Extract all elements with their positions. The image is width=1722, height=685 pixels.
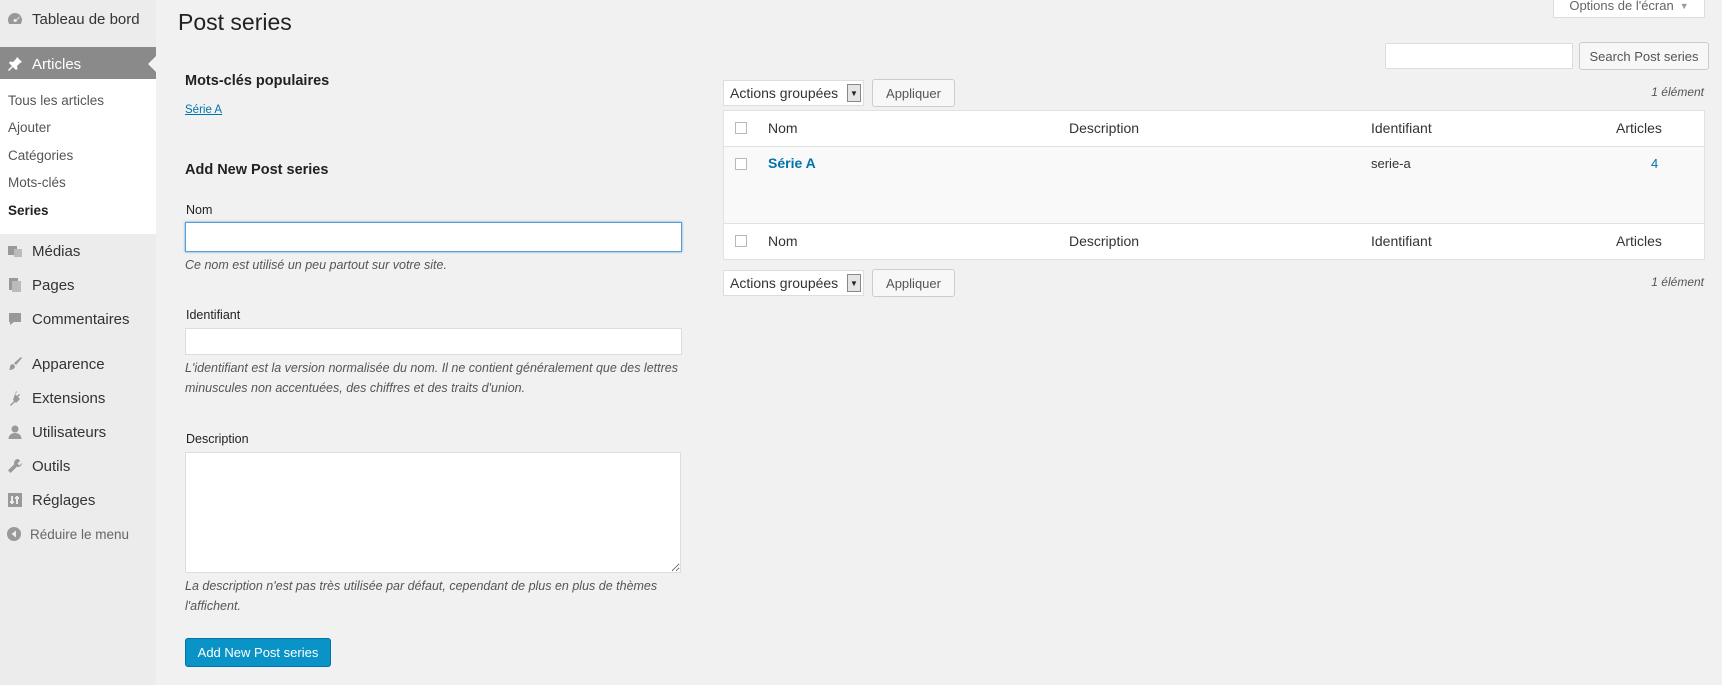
pages-icon <box>6 276 24 294</box>
menu-dashboard[interactable]: Tableau de bord <box>0 2 156 36</box>
popular-tag-link[interactable]: Série A <box>185 104 222 116</box>
wrench-icon <box>6 457 24 475</box>
item-count-bottom: 1 élément <box>1651 275 1704 289</box>
row-checkbox[interactable] <box>735 158 747 170</box>
column-footer-posts[interactable]: Articles <box>1616 233 1662 249</box>
name-field[interactable] <box>185 222 682 252</box>
apply-button-top[interactable]: Appliquer <box>872 79 955 107</box>
pin-icon <box>6 55 24 73</box>
column-footer-name[interactable]: Nom <box>768 233 798 249</box>
description-help-line-2: l'affichent. <box>185 599 241 613</box>
screen-options-button[interactable]: Options de l'écran ▼ <box>1553 0 1705 18</box>
slug-help: L'identifiant est la version normalisée … <box>185 358 705 398</box>
search-button[interactable]: Search Post series <box>1579 42 1709 70</box>
column-header-name[interactable]: Nom <box>768 120 798 136</box>
name-label: Nom <box>186 203 213 217</box>
apply-button-bottom[interactable]: Appliquer <box>872 269 955 297</box>
term-post-count-link[interactable]: 4 <box>1651 156 1658 171</box>
articles-submenu: Tous les articles Ajouter Catégories Mot… <box>0 79 156 234</box>
submenu-categories[interactable]: Catégories <box>8 148 73 163</box>
column-header-slug[interactable]: Identifiant <box>1371 120 1432 136</box>
add-form-title: Add New Post series <box>185 162 329 178</box>
menu-extensions-label: Extensions <box>32 389 106 407</box>
table-header: Nom Description Identifiant Articles <box>724 111 1704 147</box>
menu-settings-label: Réglages <box>32 491 96 509</box>
submenu-tags[interactable]: Mots-clés <box>8 175 66 190</box>
slug-field[interactable] <box>185 328 682 355</box>
menu-articles-label: Articles <box>32 55 82 73</box>
menu-users-label: Utilisateurs <box>32 423 107 441</box>
bulk-actions-select-top[interactable]: Actions groupées ▼ <box>723 80 864 106</box>
popular-tags-title: Mots-clés populaires <box>185 73 330 89</box>
description-field[interactable] <box>185 452 681 573</box>
menu-appearance-label: Apparence <box>32 355 105 373</box>
paintbrush-icon <box>6 355 24 373</box>
menu-dashboard-label: Tableau de bord <box>32 10 140 28</box>
description-label: Description <box>186 432 249 446</box>
table-row: Série A serie-a 4 <box>724 147 1704 223</box>
add-new-series-button[interactable]: Add New Post series <box>185 638 331 667</box>
name-help: Ce nom est utilisé un peu partout sur vo… <box>185 258 447 272</box>
slug-help-line-2: minuscules non accentuées, des chiffres … <box>185 381 526 395</box>
slug-help-line-1: L'identifiant est la version normalisée … <box>185 361 678 375</box>
column-header-posts[interactable]: Articles <box>1616 120 1662 136</box>
screen-options-label: Options de l'écran <box>1569 0 1674 13</box>
bulk-actions-label-bottom: Actions groupées <box>730 275 839 291</box>
table-footer: Nom Description Identifiant Articles <box>724 223 1704 259</box>
term-slug: serie-a <box>1371 156 1411 171</box>
caret-down-icon: ▼ <box>1679 0 1689 11</box>
menu-settings[interactable]: Réglages <box>0 483 156 517</box>
select-all-checkbox[interactable] <box>735 122 747 134</box>
bulk-actions-label-top: Actions groupées <box>730 85 839 101</box>
term-name-link[interactable]: Série A <box>768 155 816 171</box>
admin-sidebar: Tableau de bord Articles Tous les articl… <box>0 0 156 685</box>
settings-sliders-icon <box>6 491 24 509</box>
submenu-add[interactable]: Ajouter <box>8 120 51 135</box>
description-help-line-1: La description n'est pas très utilisée p… <box>185 579 658 593</box>
column-footer-slug[interactable]: Identifiant <box>1371 233 1432 249</box>
description-help: La description n'est pas très utilisée p… <box>185 576 705 616</box>
search-input[interactable] <box>1385 43 1573 69</box>
terms-table: Nom Description Identifiant Articles Sér… <box>723 110 1705 260</box>
menu-appearance[interactable]: Apparence <box>0 347 156 381</box>
menu-tools-label: Outils <box>32 457 71 475</box>
dropdown-arrow-icon: ▼ <box>847 84 861 102</box>
menu-users[interactable]: Utilisateurs <box>0 415 156 449</box>
submenu-all-posts[interactable]: Tous les articles <box>8 93 104 108</box>
menu-articles[interactable]: Articles <box>0 47 156 81</box>
menu-tools[interactable]: Outils <box>0 449 156 483</box>
menu-pages[interactable]: Pages <box>0 268 156 302</box>
menu-medias-label: Médias <box>32 242 81 260</box>
menu-extensions[interactable]: Extensions <box>0 381 156 415</box>
dropdown-arrow-icon: ▼ <box>847 274 861 292</box>
collapse-menu[interactable]: Réduire le menu <box>0 521 156 547</box>
menu-comments-label: Commentaires <box>32 310 130 328</box>
comment-icon <box>6 310 24 328</box>
collapse-menu-label: Réduire le menu <box>30 526 130 542</box>
collapse-arrow-icon <box>7 527 21 541</box>
menu-medias[interactable]: Médias <box>0 234 156 268</box>
column-footer-description[interactable]: Description <box>1069 233 1139 249</box>
bulk-actions-select-bottom[interactable]: Actions groupées ▼ <box>723 270 864 296</box>
item-count-top: 1 élément <box>1651 85 1704 99</box>
column-header-description[interactable]: Description <box>1069 120 1139 136</box>
select-all-checkbox-footer[interactable] <box>735 235 747 247</box>
dashboard-icon <box>6 10 24 28</box>
slug-label: Identifiant <box>186 308 241 322</box>
plugin-icon <box>6 389 24 407</box>
user-icon <box>6 423 24 441</box>
menu-pages-label: Pages <box>32 276 75 294</box>
submenu-series[interactable]: Series <box>8 203 49 218</box>
page-title: Post series <box>178 9 292 35</box>
media-icon <box>6 242 24 260</box>
menu-comments[interactable]: Commentaires <box>0 302 156 336</box>
